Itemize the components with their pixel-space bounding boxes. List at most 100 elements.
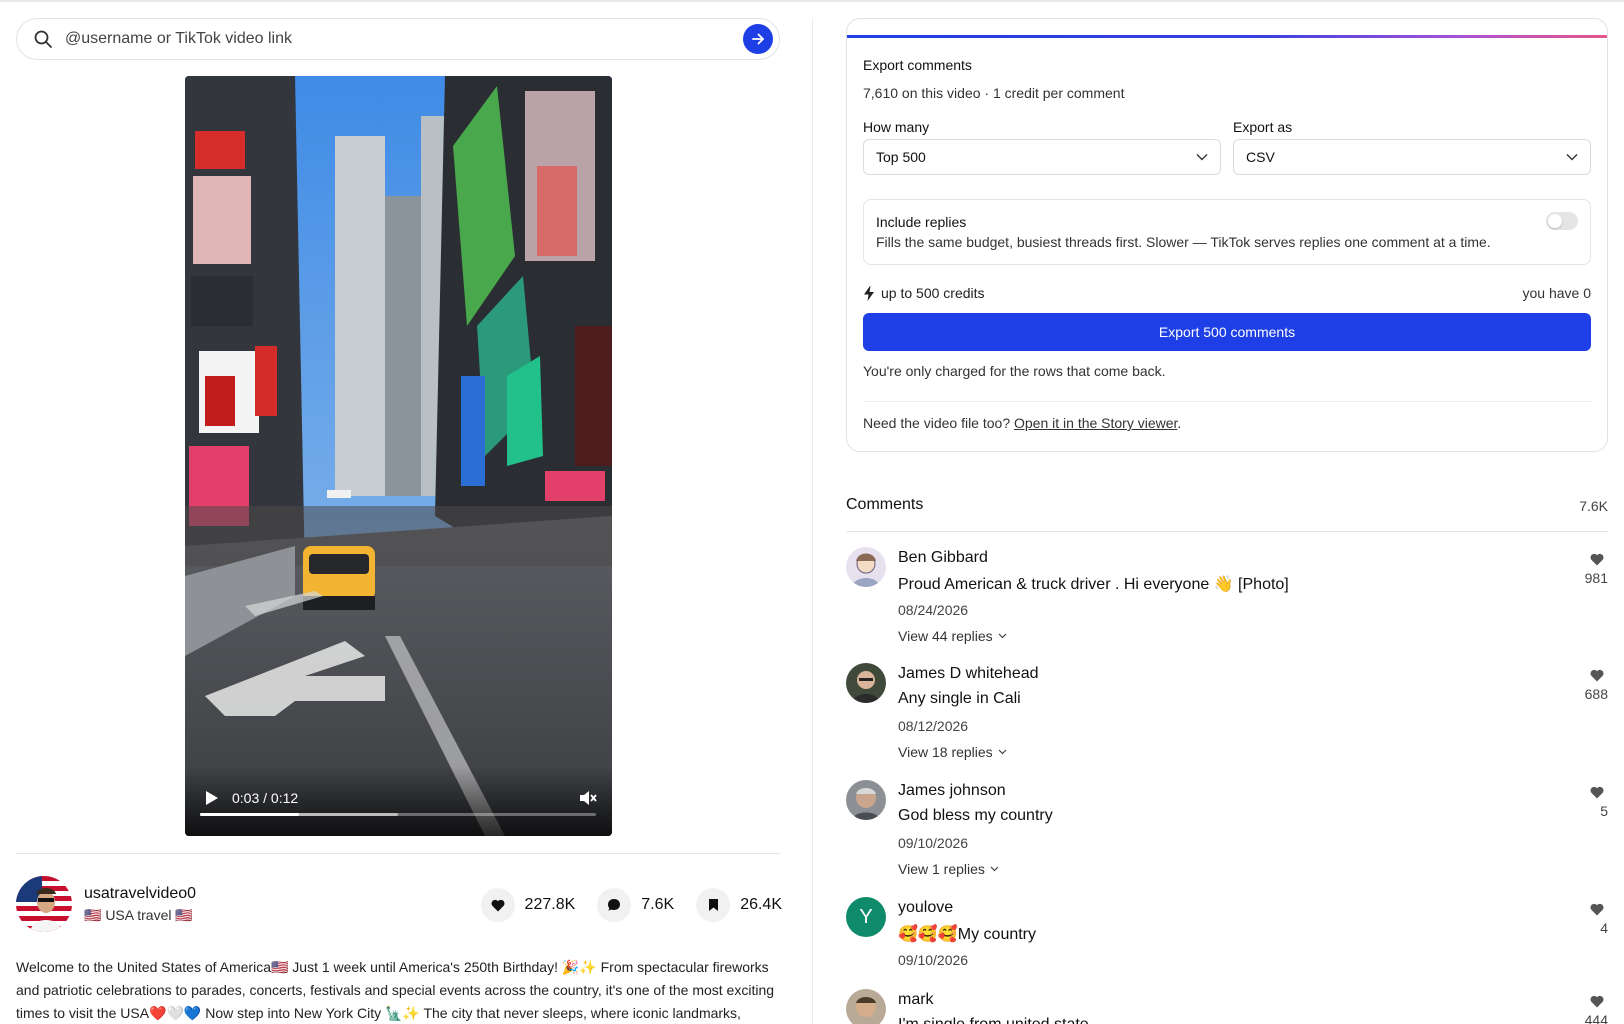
comment-text: Proud American & truck driver . Hi every… [898,576,1289,593]
comment-text: God bless my country [898,807,1053,824]
include-replies-title: Include replies [876,214,967,230]
comment-like-count: 444 [1584,1012,1608,1024]
divider [16,853,780,854]
comment-likes: 5 [1568,786,1608,819]
comment-text: I'm single from united state [898,1016,1089,1024]
avatar-initial: Y [859,905,873,928]
toggle-knob [1548,214,1562,228]
heart-icon [1590,786,1604,799]
charge-note: You're only charged for the rows that co… [863,363,1166,379]
comments-title: Comments [846,496,924,513]
commenter-avatar[interactable] [846,663,886,703]
heart-icon [1590,553,1604,566]
commenter-name[interactable]: James D whitehead [898,665,1039,683]
search-submit-button[interactable] [743,24,773,54]
comment-likes: 688 [1568,669,1608,702]
how-many-label: How many [863,119,930,135]
heart-icon [1590,669,1604,682]
video-file-note-end: . [1177,415,1182,431]
video-time: 0:03 / 0:12 [232,790,299,806]
commenter-avatar[interactable] [846,780,886,820]
search-input[interactable] [65,30,743,48]
view-replies-label: View 1 replies [898,861,985,877]
video-file-note: Need the video file too? Open it in the … [863,415,1181,431]
comment-like-count: 5 [1600,803,1608,819]
comment-date: 08/24/2026 [898,602,969,618]
arrow-right-icon [752,33,764,45]
lightning-icon [864,285,874,301]
video-description: Welcome to the United States of America🇺… [16,959,775,1021]
author-nickname: 🇺🇸 USA travel 🇺🇸 [84,906,193,923]
include-replies-description: Fills the same budget, busiest threads f… [876,234,1491,250]
heart-icon [1590,995,1604,1008]
commenter-name[interactable]: mark [898,991,934,1009]
video-frame-image [185,76,612,836]
commenter-name[interactable]: Ben Gibbard [898,549,988,567]
chevron-down-icon [1566,154,1578,161]
author-info[interactable]: usatravelvideo0 🇺🇸 USA travel 🇺🇸 [16,876,196,932]
comments-count: 7.6K [641,896,675,913]
likes-count: 227.8K [524,896,576,913]
video-panel: 0:03 / 0:12 [0,0,812,1024]
view-replies-label: View 18 replies [898,744,993,760]
video-stats: 227.8K 7.6K 26.4K [480,888,782,922]
card-accent-bar [847,35,1607,38]
comment-likes: 981 [1568,553,1608,586]
comment-date: 08/12/2026 [898,718,969,734]
video-played [200,813,299,816]
commenter-avatar[interactable]: Y [846,897,886,937]
commenter-name[interactable]: youlove [898,899,953,917]
include-replies-toggle[interactable] [1546,212,1578,230]
comment-text: 🥰🥰🥰My country [898,926,1037,943]
view-replies-button[interactable]: View 44 replies [898,628,1007,644]
chevron-down-icon [998,633,1007,639]
video-player[interactable]: 0:03 / 0:12 [185,76,612,836]
comment-bubble-icon [597,888,632,922]
comments-stat: 7.6K [597,888,674,922]
saves-stat: 26.4K [696,888,782,922]
view-replies-button[interactable]: View 18 replies [898,744,1007,760]
comment-item: James D whitehead Any single in Cali 08/… [846,663,1608,773]
search-icon [34,30,52,48]
commenter-avatar[interactable] [846,547,886,587]
comment-likes: 444 [1568,995,1608,1024]
play-icon[interactable] [205,790,219,806]
export-as-value: CSV [1246,149,1275,165]
divider [863,401,1591,402]
credits-estimate: up to 500 credits [863,285,985,301]
comment-item: mark I'm single from united state 444 [846,989,1608,1024]
column-divider [812,18,813,1024]
how-many-select[interactable]: Top 500 [863,139,1221,175]
saves-count: 26.4K [740,896,782,913]
muted-speaker-icon[interactable] [578,788,598,808]
video-controls: 0:03 / 0:12 [185,766,612,836]
view-replies-label: View 44 replies [898,628,993,644]
credits-balance: you have 0 [1522,285,1592,301]
view-replies-button[interactable]: View 1 replies [898,861,999,877]
comments-total: 7.6K [1579,498,1608,514]
likes-stat: 227.8K [480,888,576,922]
search-bar[interactable] [16,18,780,60]
author-username[interactable]: usatravelvideo0 [84,885,196,903]
commenter-name[interactable]: James johnson [898,782,1006,800]
comment-date: 09/10/2026 [898,835,969,851]
bookmark-icon [696,888,731,922]
heart-icon [480,888,515,922]
divider [846,531,1608,532]
video-progress-bar[interactable] [200,813,596,816]
export-title: Export comments [863,57,972,73]
export-comments-button[interactable]: Export 500 comments [863,313,1591,351]
commenter-avatar[interactable] [846,989,886,1024]
export-subtitle: 7,610 on this video · 1 credit per comme… [863,85,1125,101]
comment-item: James johnson God bless my country 09/10… [846,780,1608,890]
include-replies-option: Include replies Fills the same budget, b… [863,199,1591,265]
author-avatar[interactable] [16,876,72,932]
export-as-select[interactable]: CSV [1233,139,1591,175]
comment-text: Any single in Cali [898,690,1021,707]
export-as-label: Export as [1233,119,1293,135]
comment-date: 09/10/2026 [898,952,969,968]
story-viewer-link[interactable]: Open it in the Story viewer [1014,415,1177,431]
export-comments-card: Export comments 7,610 on this video · 1 … [846,18,1608,452]
comment-like-count: 4 [1600,920,1608,936]
credits-text: up to 500 credits [881,285,985,301]
